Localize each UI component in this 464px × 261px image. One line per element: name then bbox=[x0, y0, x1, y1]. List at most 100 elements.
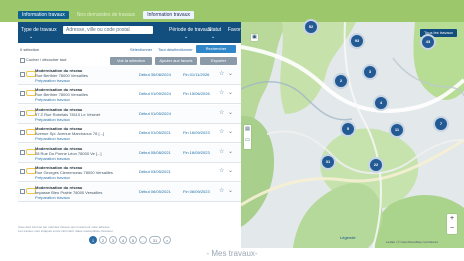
screenshot-caption: - Mes travaux- bbox=[206, 249, 258, 258]
page-1[interactable]: 1 bbox=[89, 236, 97, 244]
works-list-panel: 0 sélection Sélectionner Tout désélectio… bbox=[18, 43, 241, 248]
work-status-link[interactable]: Préparation travaux bbox=[35, 175, 70, 180]
period-chevron-icon[interactable]: ⌄ bbox=[184, 35, 188, 40]
map-cluster-31[interactable]: 31 bbox=[320, 154, 336, 170]
export-button[interactable]: Exporter bbox=[200, 57, 237, 65]
view-selection-button[interactable]: Voir la sélection bbox=[110, 57, 152, 65]
work-start-date: Début 06/05/2021 bbox=[139, 189, 171, 194]
work-status-link[interactable]: Préparation travaux bbox=[35, 195, 70, 200]
list-item[interactable]: Modernisation du réseau Rue Berthier 780… bbox=[18, 66, 241, 85]
map-cluster-43[interactable]: 43 bbox=[420, 34, 436, 50]
page-4[interactable]: 4 bbox=[119, 236, 127, 244]
footer-notice-secondary: Les travaux sont indiqués à titre inform… bbox=[18, 229, 114, 233]
page-31[interactable]: 31 bbox=[149, 236, 161, 244]
document-icon[interactable]: ▭ bbox=[244, 137, 251, 144]
row-checkbox[interactable] bbox=[20, 130, 25, 135]
zoom-in-icon[interactable]: + bbox=[447, 214, 457, 224]
list-item[interactable]: Modernisation du réseau Rue Berthier 780… bbox=[18, 85, 241, 104]
row-checkbox[interactable] bbox=[20, 91, 25, 96]
expand-chevron-icon[interactable]: ⌄ bbox=[228, 149, 233, 155]
map-cluster-52[interactable]: 52 bbox=[303, 19, 319, 35]
map-cluster-22[interactable]: 22 bbox=[368, 157, 384, 173]
map-cluster-93[interactable]: 93 bbox=[349, 33, 365, 49]
list-toolbar: 0 sélection Sélectionner Tout désélectio… bbox=[18, 43, 241, 66]
work-end-date: Fin 16/09/2023 bbox=[183, 130, 210, 135]
favorite-star-icon[interactable]: ☆ bbox=[219, 188, 224, 194]
map-attribution: Leaflet | © OpenStreetMap contributors bbox=[386, 240, 439, 244]
address-search-input[interactable]: Adresse, ville ou code postal bbox=[63, 26, 153, 34]
select-link[interactable]: Sélectionner bbox=[130, 47, 152, 52]
expand-chevron-icon[interactable]: ⌄ bbox=[228, 168, 233, 174]
expand-chevron-icon[interactable]: ⌄ bbox=[228, 71, 233, 77]
pagination: 1 2 3 4 5 ... 31 > bbox=[89, 236, 171, 244]
row-checkbox[interactable] bbox=[20, 72, 25, 77]
map-legend-link[interactable]: Légende bbox=[340, 236, 356, 240]
favorite-star-icon[interactable]: ☆ bbox=[219, 71, 224, 77]
work-end-date: Fin 15/06/2026 bbox=[183, 91, 210, 96]
work-start-date: Début 01/05/2024 bbox=[139, 111, 171, 116]
map-cluster-2[interactable]: 2 bbox=[333, 73, 349, 89]
add-favorites-button[interactable]: Ajouter aux favoris bbox=[155, 57, 197, 65]
row-checkbox[interactable] bbox=[20, 189, 25, 194]
map-cluster-7[interactable]: 7 bbox=[433, 116, 449, 132]
check-all-checkbox[interactable] bbox=[20, 58, 25, 63]
expand-chevron-icon[interactable]: ⌄ bbox=[228, 129, 233, 135]
favorite-star-icon[interactable]: ☆ bbox=[219, 129, 224, 135]
tab-information-travaux[interactable]: Information travaux bbox=[18, 11, 69, 19]
top-navigation: Information travaux Nos demandes de trav… bbox=[0, 0, 464, 22]
row-checkbox[interactable] bbox=[20, 150, 25, 155]
page-2[interactable]: 2 bbox=[99, 236, 107, 244]
list-item[interactable]: Modernisation du réseau 97 Z Rue Robelai… bbox=[18, 105, 241, 124]
status-chevron-icon[interactable]: ⌄ bbox=[211, 35, 215, 40]
work-start-date: Début 01/09/2024 bbox=[139, 91, 171, 96]
expand-chevron-icon[interactable]: ⌄ bbox=[228, 110, 233, 116]
work-status-link[interactable]: Préparation travaux bbox=[35, 117, 70, 122]
map-cluster-11[interactable]: 11 bbox=[389, 122, 405, 138]
tab-information-travaux-current[interactable]: Information travaux bbox=[143, 11, 194, 19]
favorite-star-icon[interactable]: ☆ bbox=[219, 168, 224, 174]
work-start-date: Début 03/05/2021 bbox=[139, 169, 171, 174]
next-page-icon[interactable]: > bbox=[163, 236, 171, 244]
search-button[interactable]: Rechercher bbox=[196, 45, 236, 53]
type-filter-label: Type de travaux bbox=[21, 27, 57, 33]
work-status-link[interactable]: Préparation travaux bbox=[35, 136, 70, 141]
zoom-out-icon[interactable]: − bbox=[447, 224, 457, 234]
filter-bar: Type de travaux ⌄ Adresse, ville ou code… bbox=[18, 22, 247, 43]
status-filter-label: Statut bbox=[208, 27, 222, 33]
work-status-link[interactable]: Préparation travaux bbox=[35, 97, 70, 102]
work-start-date: Début 30/08/2024 bbox=[139, 72, 171, 77]
type-chevron-icon[interactable]: ⌄ bbox=[29, 35, 33, 40]
expand-chevron-icon[interactable]: ⌄ bbox=[228, 90, 233, 96]
period-filter-label: Période de travaux bbox=[169, 27, 211, 33]
tab-demandes-travaux[interactable]: Nos demandes de travaux bbox=[73, 11, 139, 19]
list-view-icon[interactable]: ▤ bbox=[244, 126, 251, 133]
list-item[interactable]: Modernisation du réseau Rue Georges Clem… bbox=[18, 163, 241, 182]
list-item[interactable]: Modernisation du réseau 28 Rue Du Ponne … bbox=[18, 144, 241, 163]
work-status-link[interactable]: Préparation travaux bbox=[35, 78, 70, 83]
list-item[interactable]: Modernisation du réseau Avenue Spl. Aven… bbox=[18, 124, 241, 143]
works-list: Modernisation du réseau Rue Berthier 780… bbox=[18, 66, 241, 224]
map-cluster-5[interactable]: 5 bbox=[340, 121, 356, 137]
work-start-date: Début 01/05/2021 bbox=[139, 130, 171, 135]
map-zoom-control: + − bbox=[447, 214, 457, 234]
page-5[interactable]: 5 bbox=[129, 236, 137, 244]
work-status-link[interactable]: Préparation travaux bbox=[35, 156, 70, 161]
favorite-star-icon[interactable]: ☆ bbox=[219, 110, 224, 116]
deselect-link[interactable]: Tout désélectionner bbox=[158, 47, 193, 52]
map-cluster-3[interactable]: 3 bbox=[362, 64, 378, 80]
work-end-date: Fin 01/11/2026 bbox=[183, 72, 210, 77]
page-3[interactable]: 3 bbox=[109, 236, 117, 244]
app-window: Information travaux Nos demandes de trav… bbox=[0, 0, 464, 248]
work-start-date: Début 05/08/2021 bbox=[139, 150, 171, 155]
page-ellipsis: ... bbox=[139, 236, 147, 244]
list-item[interactable]: Modernisation du réseau Impasse Bleu Pra… bbox=[18, 183, 241, 202]
favorite-star-icon[interactable]: ☆ bbox=[219, 149, 224, 155]
tab-list: Information travaux Nos demandes de trav… bbox=[18, 11, 194, 19]
row-checkbox[interactable] bbox=[20, 169, 25, 174]
favorite-star-icon[interactable]: ☆ bbox=[219, 90, 224, 96]
expand-chevron-icon[interactable]: ⌄ bbox=[228, 188, 233, 194]
map-layer-icon[interactable]: ▣ bbox=[251, 34, 258, 41]
map-tool-panel: ▤ ▭ bbox=[244, 125, 251, 149]
row-checkbox[interactable] bbox=[20, 111, 25, 116]
map-cluster-4[interactable]: 4 bbox=[373, 95, 389, 111]
